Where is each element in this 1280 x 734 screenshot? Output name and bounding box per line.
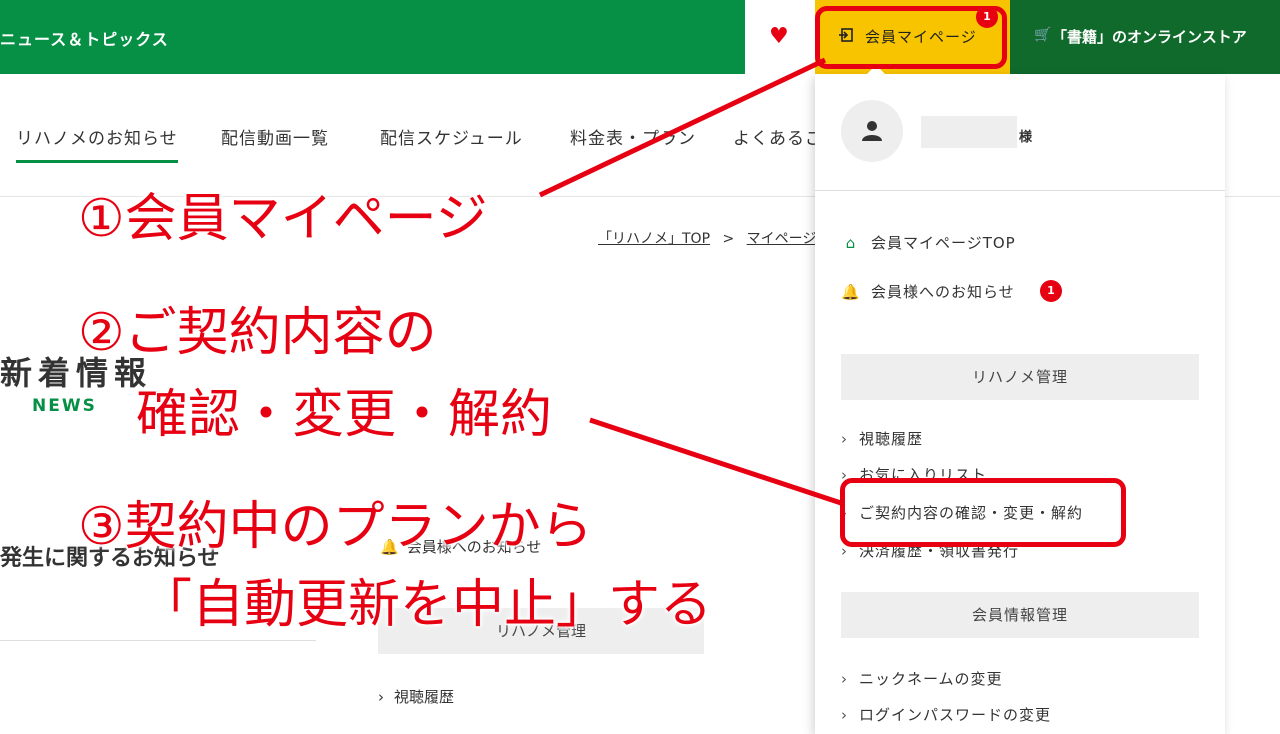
arrow-line-mypage xyxy=(538,57,827,198)
annotation-step1: ①会員マイページ xyxy=(78,189,488,249)
annotation-step2-line2: 確認・変更・解約 xyxy=(136,385,553,445)
annotation-step3-line2: 「自動更新を中止」する xyxy=(140,575,713,635)
annotation-step3-line1: ③契約中のプランから xyxy=(78,497,593,557)
annotation-step2-line1: ②ご契約内容の xyxy=(78,303,437,363)
arrow-line-contract xyxy=(589,417,845,507)
